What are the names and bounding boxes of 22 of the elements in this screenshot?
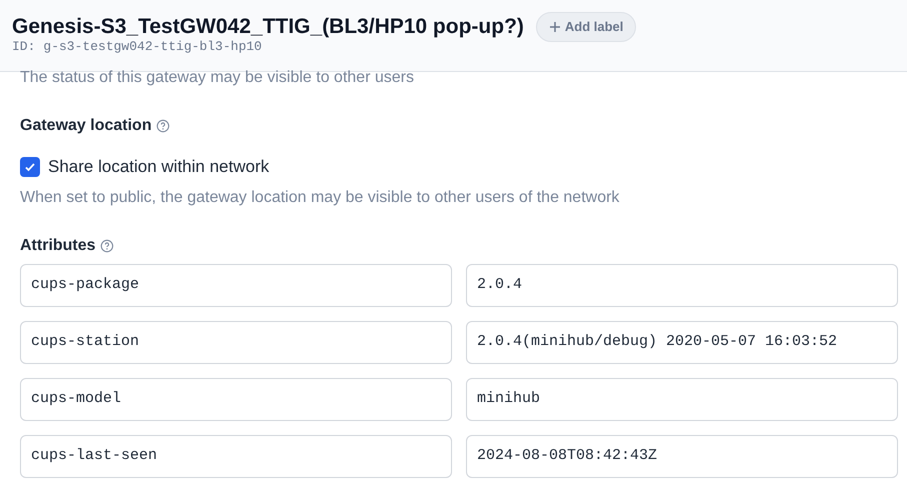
- checkbox[interactable]: [20, 156, 40, 177]
- attribute-key-field[interactable]: cups-model: [20, 378, 452, 420]
- check-icon: [24, 160, 36, 173]
- status-note: The status of this gateway may be visible to other users: [20, 68, 415, 88]
- add-label-button[interactable]: Add label: [536, 12, 636, 42]
- gateway-id: g-s3-testgw042-ttig-bl3-hp10: [43, 40, 262, 54]
- id-label: ID:: [12, 40, 36, 54]
- section-heading: Gateway location: [20, 116, 152, 136]
- help-icon[interactable]: [156, 119, 170, 133]
- help-icon[interactable]: [100, 238, 114, 252]
- attribute-key-field[interactable]: cups-station: [20, 320, 452, 364]
- attribute-value-field[interactable]: 2024-08-08T08:42:43Z: [466, 434, 898, 478]
- location-note: When set to public, the gateway location may be visible to other users of the network: [20, 188, 620, 208]
- attribute-key-field[interactable]: cups-last-seen: [20, 434, 452, 478]
- gateway-title: Genesis-S3_TestGW042_TTIG_(BL3/HP10 pop-up?): [12, 14, 524, 40]
- plus-icon: [548, 21, 561, 33]
- attribute-value-field[interactable]: 2.0.4(minihub/debug) 2020-05-07 16:03:52: [466, 320, 898, 364]
- attribute-value-field[interactable]: minihub: [466, 378, 898, 420]
- checkbox-label: Share location within network: [48, 156, 270, 178]
- attribute-key-field[interactable]: cups-package: [20, 264, 452, 306]
- attribute-value-field[interactable]: 2.0.4: [466, 264, 898, 306]
- section-heading: Attributes: [20, 236, 96, 256]
